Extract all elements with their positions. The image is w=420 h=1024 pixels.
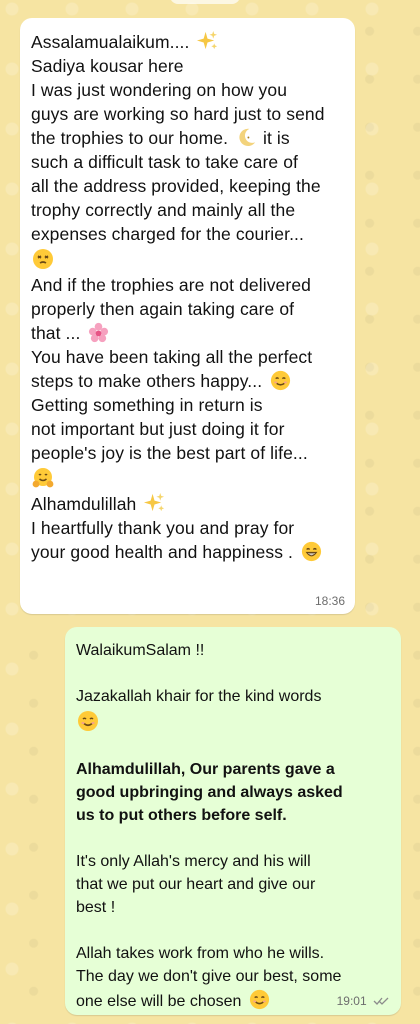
message-line: your good health and happiness .	[31, 540, 343, 564]
message-line: Allah takes work from who he wills.	[76, 945, 325, 962]
smiling-face-icon	[248, 988, 271, 1011]
message-line: guys are working so hard just to send	[31, 104, 325, 124]
message-line: all the address provided, keeping the	[31, 176, 321, 196]
message-timestamp: 18:36	[314, 594, 345, 608]
sparkles-icon	[143, 492, 166, 515]
message-line: us to put others before self.	[76, 807, 287, 824]
message-line: expenses charged for the courier...	[31, 224, 304, 244]
smiling-face-icon	[76, 709, 100, 733]
incoming-message-text: Assalamualaikum.... Sadiya kousar here I…	[31, 30, 343, 564]
message-line: good upbringing and always asked	[76, 784, 343, 801]
message-line: that ...	[31, 321, 343, 345]
message-line: that we put our heart and give our	[76, 876, 316, 893]
message-timestamp: 19:01	[337, 994, 389, 1008]
message-line: You have been taking all the perfect	[31, 347, 313, 367]
sparkles-icon	[196, 30, 219, 53]
message-line: properly then again taking care of	[31, 299, 295, 319]
message-line: not important but just doing it for	[31, 419, 285, 439]
message-line: Jazakallah khair for the kind words	[76, 688, 322, 705]
message-line: It's only Allah's mercy and his will	[76, 853, 311, 870]
incoming-message-bubble[interactable]: Assalamualaikum.... Sadiya kousar here I…	[20, 18, 355, 614]
double-check-icon	[373, 995, 389, 1005]
message-line: I heartfully thank you and pray for	[31, 518, 295, 538]
message-line: trophy correctly and mainly all the	[31, 200, 296, 220]
cherry-blossom-icon	[87, 321, 110, 344]
previous-message-edge	[170, 0, 240, 4]
message-line: Sadiya kousar here	[31, 56, 184, 76]
message-line: I was just wondering on how you	[31, 80, 288, 100]
hugging-face-icon	[31, 466, 55, 490]
message-line: WalaikumSalam !!	[76, 642, 205, 659]
dizzy-face-icon	[31, 247, 55, 271]
message-line: Alhamdulillah	[31, 492, 343, 516]
message-line: the trophies to our home. it is	[31, 126, 290, 149]
crescent-moon-icon	[235, 126, 258, 149]
message-line: such a difficult task to take care of	[31, 152, 298, 172]
smiling-face-icon	[269, 369, 292, 392]
message-time: 19:01	[336, 994, 367, 1008]
message-line: Alhamdulillah, Our parents gave a	[76, 761, 335, 778]
message-line: The day we don't give our best, some	[76, 968, 342, 985]
message-line: steps to make others happy...	[31, 369, 343, 393]
outgoing-message-bubble[interactable]: WalaikumSalam !! Jazakallah khair for th…	[65, 627, 401, 1015]
outgoing-message-text: WalaikumSalam !! Jazakallah khair for th…	[76, 639, 394, 1013]
message-line: best !	[76, 899, 116, 916]
message-line: Getting something in return is	[31, 395, 263, 415]
message-line: And if the trophies are not delivered	[31, 275, 311, 295]
message-line: people's joy is the best part of life...	[31, 443, 308, 463]
grinning-face-icon	[300, 540, 323, 563]
message-line: Assalamualaikum....	[31, 30, 343, 54]
